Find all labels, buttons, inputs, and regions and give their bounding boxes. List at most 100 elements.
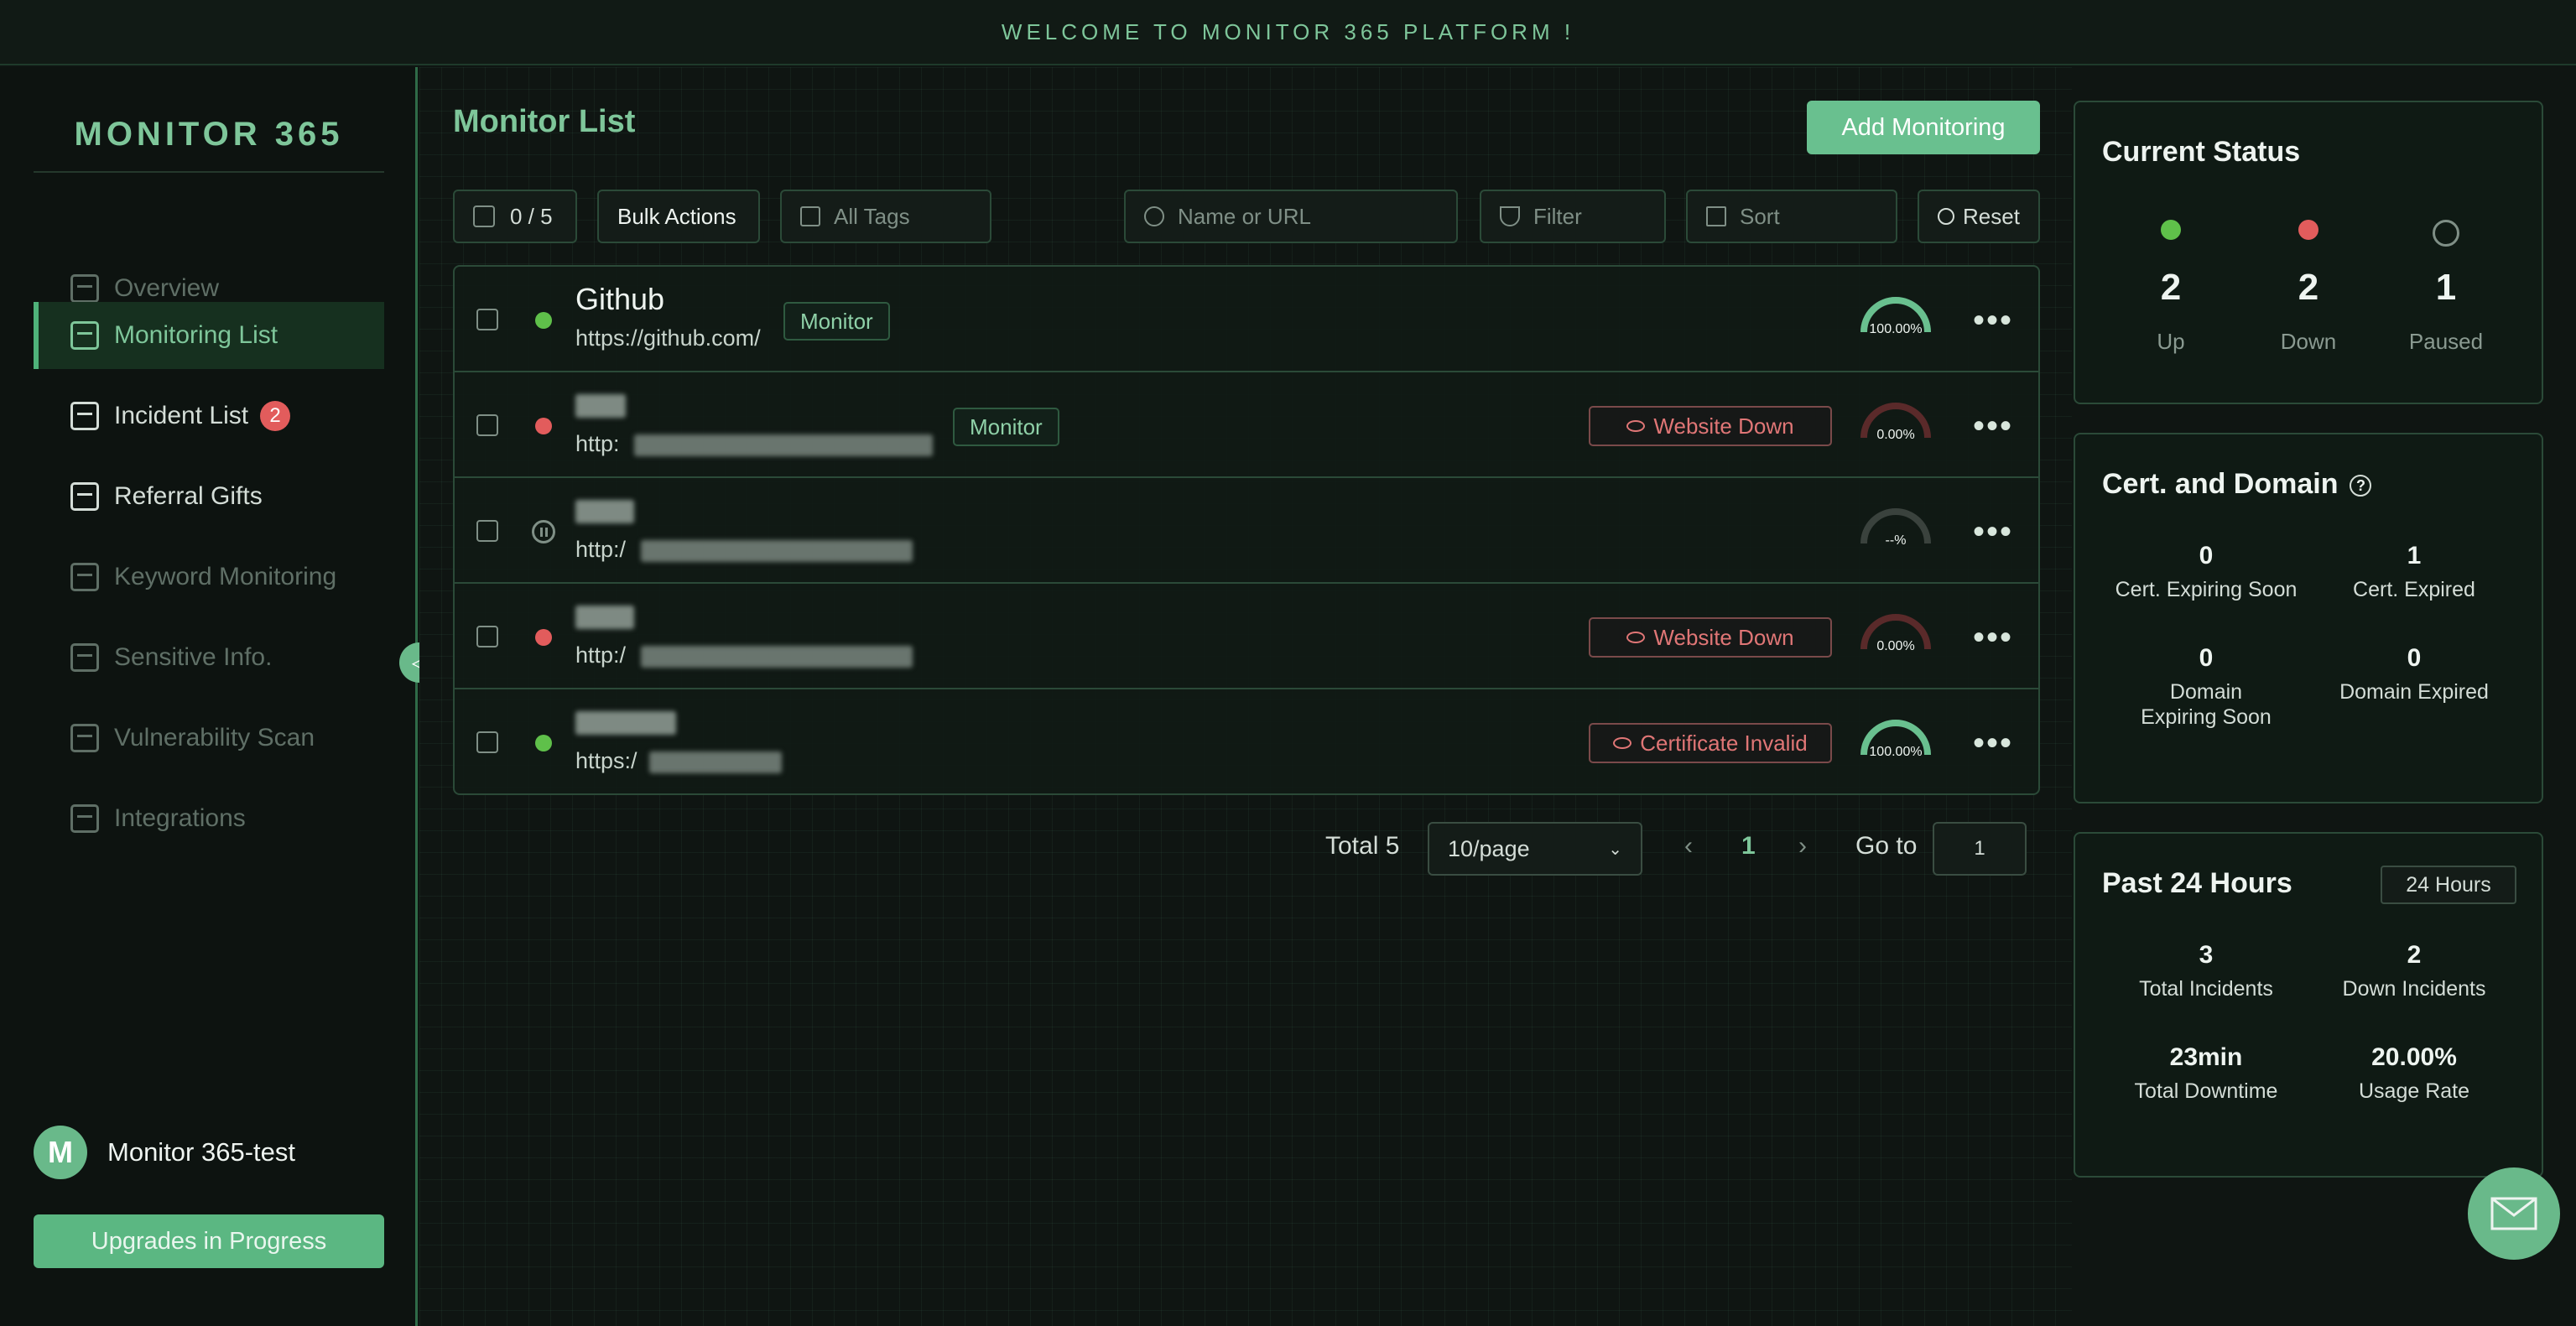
metric-value: 0 [2407, 644, 2422, 672]
welcome-banner: WELCOME TO MONITOR 365 PLATFORM ! [0, 0, 2576, 65]
monitor-tag: Monitor [783, 302, 890, 341]
tag-icon [800, 206, 820, 226]
row-checkbox[interactable] [476, 414, 498, 436]
status-paused-icon [532, 520, 555, 543]
alert-tag: Website Down [1589, 406, 1832, 446]
monitor-url: https:/ [575, 748, 637, 773]
monitor-name-redacted[interactable] [575, 500, 634, 523]
metric-domain-expired: 0 Domain Expired [2313, 644, 2515, 705]
eye-icon [1613, 737, 1632, 749]
more-actions-icon[interactable]: ••• [1973, 725, 2013, 762]
monitor-name-redacted[interactable] [575, 394, 626, 418]
goto-label: Go to [1855, 832, 1918, 860]
row-checkbox[interactable] [476, 520, 498, 542]
refresh-icon [1938, 208, 1954, 225]
monitor-url: https://github.com/ [575, 325, 761, 351]
monitor-name-redacted[interactable] [575, 606, 634, 629]
eye-icon [1626, 420, 1646, 432]
monitor-url: http:/ [575, 537, 627, 562]
panel-title-text: Cert. and Domain [2102, 468, 2339, 500]
upgrade-button[interactable]: Upgrades in Progress [34, 1214, 384, 1268]
welcome-text: WELCOME TO MONITOR 365 PLATFORM ! [1001, 18, 1575, 44]
status-paused-icon [2433, 220, 2459, 247]
more-actions-icon[interactable]: ••• [1973, 619, 2013, 657]
status-up: 2 Up [2121, 220, 2221, 355]
sidebar-item-label: Vulnerability Scan [114, 724, 315, 751]
cert-domain-panel: Cert. and Domain? 0 Cert. Expiring Soon … [2074, 433, 2543, 803]
shield-icon [70, 643, 99, 672]
gift-icon [70, 482, 99, 511]
sidebar-item-referral-gifts[interactable]: Referral Gifts [34, 463, 384, 530]
past-24-hours-panel: Past 24 Hours 24 Hours 3 Total Incidents… [2074, 832, 2543, 1178]
table-row[interactable]: Github https://github.com/ Monitor 100.0… [455, 267, 2038, 372]
sidebar-item-label: Integrations [114, 804, 246, 832]
metric-usage-rate: 20.00% Usage Rate [2313, 1043, 2515, 1104]
filter-button[interactable]: Filter [1480, 190, 1666, 243]
metric-label: Cert. Expired [2353, 578, 2475, 601]
metric-total-incidents: 3 Total Incidents [2105, 941, 2307, 1001]
status-count: 2 [2160, 267, 2182, 308]
metric-domain-expiring: 0 Domain Expiring Soon [2105, 644, 2307, 730]
status-count: 2 [2298, 267, 2319, 308]
sidebar-item-keyword-monitoring[interactable]: Keyword Monitoring [34, 543, 384, 611]
metric-cert-expired: 1 Cert. Expired [2313, 542, 2515, 602]
sort-button[interactable]: Sort [1686, 190, 1897, 243]
sidebar-item-sensitive-info[interactable]: Sensitive Info. [34, 624, 384, 691]
table-row[interactable]: http:/ Website Down 0.00% ••• [455, 584, 2038, 689]
metric-value: 3 [2199, 941, 2214, 969]
mail-icon [2490, 1197, 2537, 1230]
bulk-actions-button[interactable]: Bulk Actions [597, 190, 760, 243]
table-row[interactable]: http:/ --% ••• [455, 478, 2038, 584]
tags-select[interactable]: All Tags [780, 190, 991, 243]
help-icon[interactable]: ? [2350, 475, 2372, 497]
contact-mail-button[interactable] [2468, 1167, 2560, 1260]
more-actions-icon[interactable]: ••• [1973, 408, 2013, 445]
sidebar-item-label: Monitoring List [114, 321, 278, 349]
filter-icon [1500, 206, 1520, 226]
pagination-total: Total 5 [1325, 832, 1400, 860]
sidebar-item-monitoring-list[interactable]: Monitoring List [34, 302, 384, 369]
select-all-checkbox[interactable] [473, 205, 495, 227]
prev-page-button[interactable]: ‹ [1684, 832, 1693, 861]
row-checkbox[interactable] [476, 626, 498, 647]
user-name: Monitor 365-test [107, 1137, 295, 1167]
alert-label: Certificate Invalid [1640, 730, 1808, 756]
table-row[interactable]: https:/ Certificate Invalid 100.00% ••• [455, 689, 2038, 795]
metric-cert-expiring: 0 Cert. Expiring Soon [2105, 542, 2307, 602]
monitor-url-redacted [649, 751, 782, 773]
reset-label: Reset [1963, 203, 2020, 229]
current-page[interactable]: 1 [1741, 832, 1756, 861]
keyword-icon [70, 563, 99, 591]
table-row[interactable]: http: Monitor Website Down 0.00% ••• [455, 372, 2038, 478]
status-down: 2 Down [2258, 220, 2359, 355]
user-profile[interactable]: M Monitor 365-test [34, 1126, 295, 1179]
monitor-name[interactable]: Github [575, 282, 664, 317]
reset-button[interactable]: Reset [1918, 190, 2040, 243]
page-size-select[interactable]: 10/page ⌄ [1428, 822, 1642, 876]
monitor-name-redacted[interactable] [575, 711, 676, 735]
time-range-select[interactable]: 24 Hours [2381, 866, 2516, 904]
sort-icon [1706, 206, 1726, 226]
uptime-gauge: --% [1855, 503, 1936, 554]
next-page-button[interactable]: › [1798, 832, 1807, 861]
row-checkbox[interactable] [476, 309, 498, 330]
search-input[interactable]: Name or URL [1124, 190, 1458, 243]
sidebar-item-incident-list[interactable]: Incident List 2 [34, 382, 384, 450]
scan-icon [70, 724, 99, 752]
alert-tag: Website Down [1589, 617, 1832, 658]
select-all-control[interactable]: 0 / 5 [453, 190, 577, 243]
panel-title: Cert. and Domain? [2102, 468, 2372, 501]
sidebar-item-integrations[interactable]: Integrations [34, 785, 384, 852]
more-actions-icon[interactable]: ••• [1973, 513, 2013, 551]
add-monitoring-button[interactable]: Add Monitoring [1807, 101, 2040, 154]
uptime-gauge: 100.00% [1855, 715, 1936, 765]
uptime-value: 0.00% [1876, 639, 1915, 653]
sidebar-item-label: Referral Gifts [114, 482, 263, 510]
more-actions-icon[interactable]: ••• [1973, 302, 2013, 340]
goto-page-input[interactable] [1933, 822, 2027, 876]
status-down-icon [535, 418, 552, 434]
uptime-gauge: 0.00% [1855, 398, 1936, 448]
metric-value: 23min [2169, 1043, 2243, 1071]
row-checkbox[interactable] [476, 731, 498, 753]
sidebar-item-vulnerability-scan[interactable]: Vulnerability Scan [34, 705, 384, 772]
